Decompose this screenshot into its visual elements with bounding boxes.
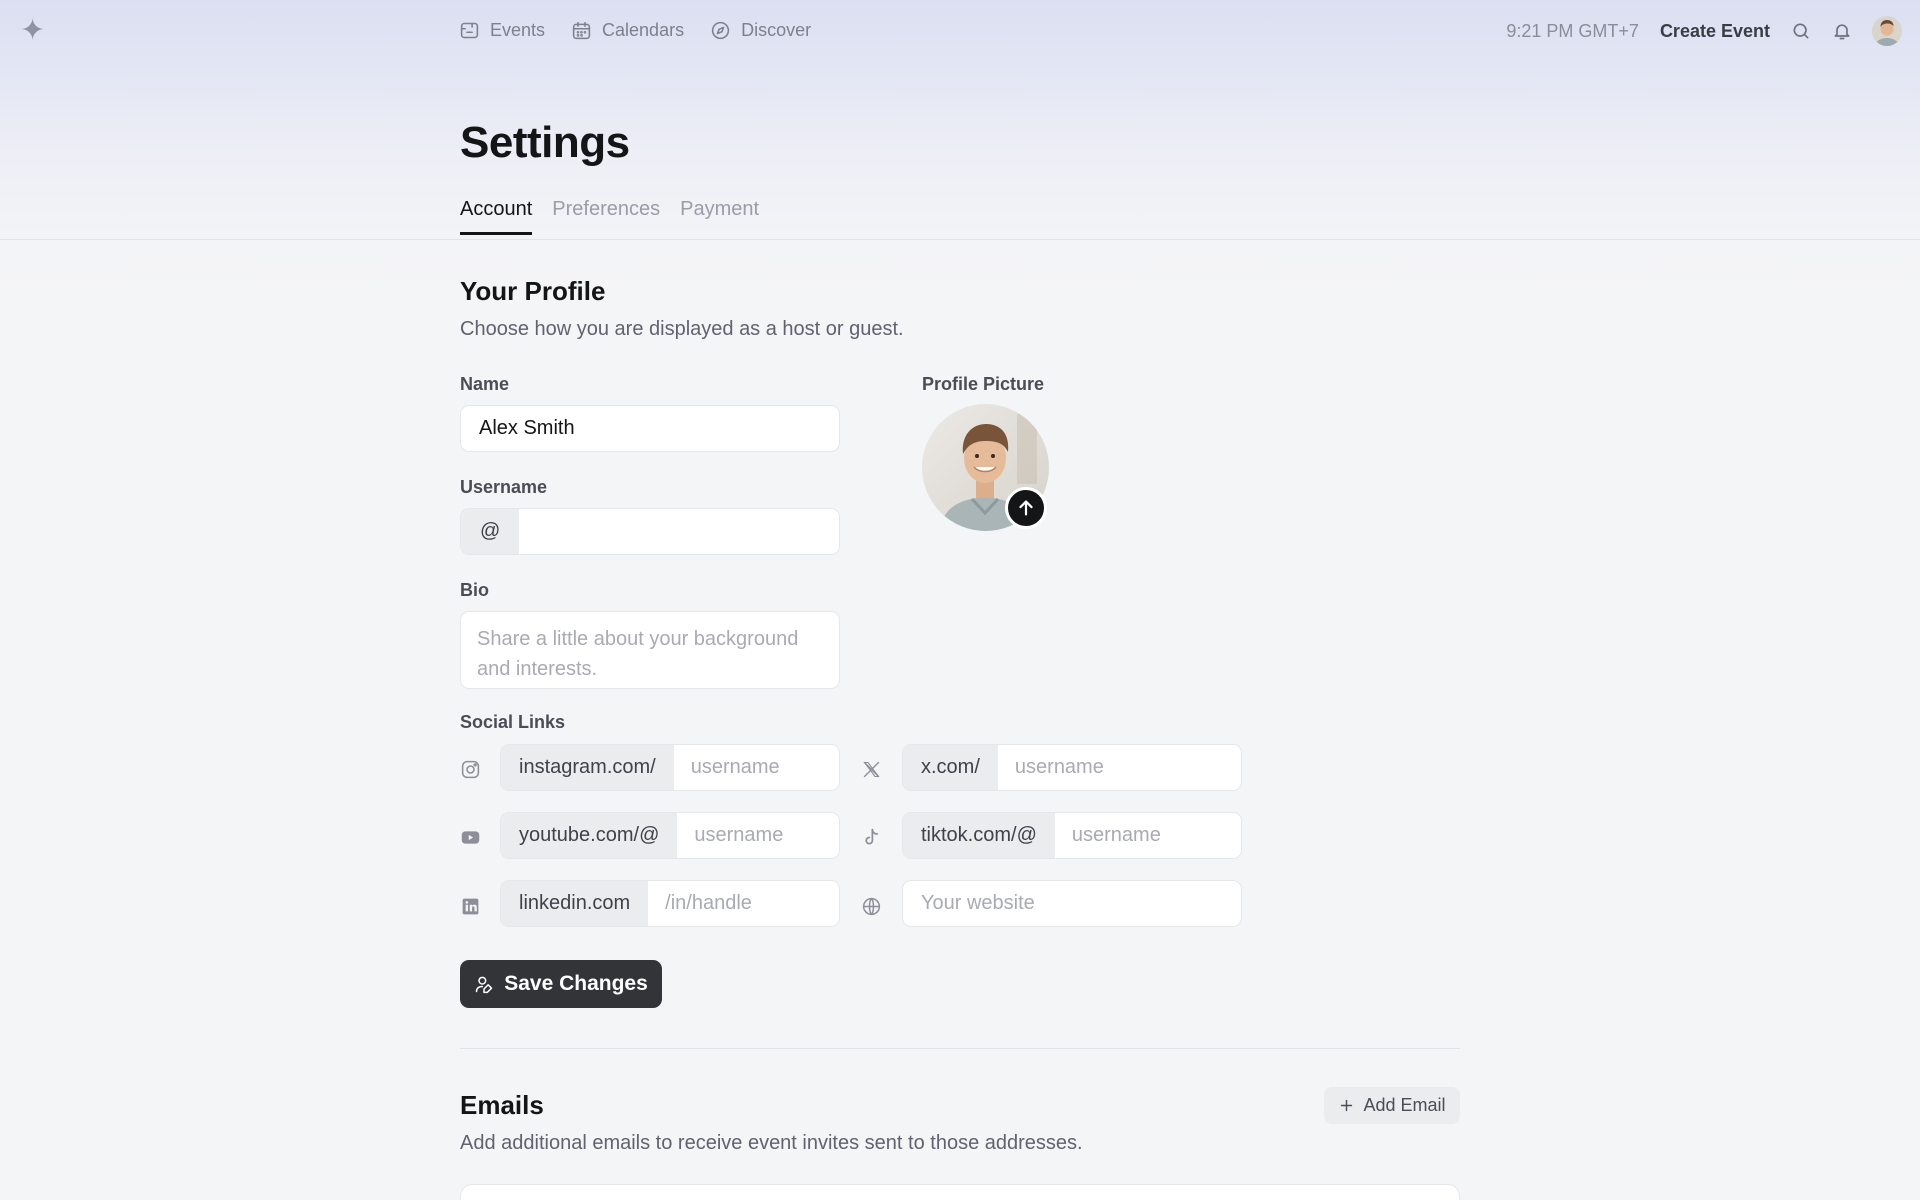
instagram-prefix: instagram.com/ (501, 745, 674, 790)
nav-events-label: Events (490, 20, 546, 40)
tiktok-group: tiktok.com/@ (902, 812, 1242, 859)
settings-tabs: Account Preferences Payment (460, 198, 759, 235)
tiktok-icon (860, 826, 882, 848)
create-event-button[interactable]: Create Event (1660, 21, 1770, 42)
ticket-icon (460, 22, 479, 39)
tab-preferences[interactable]: Preferences (552, 198, 660, 235)
bell-icon (1834, 24, 1850, 40)
tab-account[interactable]: Account (460, 198, 533, 235)
username-prefix: @ (461, 509, 520, 554)
user-edit-icon (475, 976, 493, 994)
instagram-field[interactable] (673, 745, 839, 790)
globe-icon (860, 895, 882, 917)
settings-page: ✦ Events Calendars Discover 9:21 PM GMT+… (0, 0, 1920, 1200)
social-links-label: Social Links (460, 712, 566, 732)
youtube-field[interactable] (677, 813, 839, 858)
profile-section-subtitle: Choose how you are displayed as a host o… (460, 318, 904, 340)
name-label: Name (460, 374, 510, 394)
linkedin-icon (459, 895, 481, 917)
add-email-button[interactable]: Add Email (1324, 1087, 1460, 1124)
username-field[interactable] (519, 509, 839, 554)
save-changes-button[interactable]: Save Changes (460, 960, 662, 1008)
notifications-button[interactable] (1831, 20, 1853, 42)
current-time: 9:21 PM GMT+7 (1506, 20, 1639, 41)
website-field[interactable] (902, 880, 1242, 927)
instagram-group: instagram.com/ (500, 744, 840, 791)
nav-right: 9:21 PM GMT+7 Create Event (1506, 16, 1902, 46)
plus-icon (1341, 1099, 1353, 1112)
nav-links: Events Calendars Discover (459, 20, 811, 41)
profile-picture-label: Profile Picture (922, 374, 1045, 394)
instagram-icon (459, 758, 481, 780)
nav-discover[interactable]: Discover (710, 20, 811, 41)
bio-label: Bio (460, 580, 489, 600)
x-field[interactable] (997, 745, 1241, 790)
page-title: Settings (460, 118, 630, 167)
nav-calendars-label: Calendars (602, 20, 685, 40)
bio-field[interactable] (460, 611, 840, 689)
arrow-up-icon (1019, 500, 1033, 516)
emails-section-title: Emails (460, 1090, 544, 1120)
linkedin-group: linkedin.com (500, 880, 840, 927)
x-group: x.com/ (902, 744, 1242, 791)
sparkle-logo-icon[interactable]: ✦ (20, 16, 46, 46)
search-icon (1793, 23, 1809, 39)
section-divider (460, 1048, 1460, 1049)
youtube-prefix: youtube.com/@ (501, 813, 678, 858)
search-button[interactable] (1790, 20, 1812, 42)
profile-section-title: Your Profile (460, 276, 606, 306)
youtube-icon (459, 826, 481, 848)
calendar-icon (572, 21, 591, 40)
nav-discover-label: Discover (741, 20, 812, 40)
nav-calendars[interactable]: Calendars (571, 20, 684, 41)
username-label: Username (460, 477, 548, 497)
tiktok-field[interactable] (1054, 813, 1241, 858)
name-field[interactable] (460, 405, 840, 452)
x-icon (860, 758, 882, 780)
tabs-divider (0, 239, 1920, 240)
user-avatar[interactable] (1872, 16, 1902, 46)
tab-payment[interactable]: Payment (680, 198, 759, 235)
add-email-label: Add Email (1363, 1095, 1446, 1115)
youtube-group: youtube.com/@ (500, 812, 840, 859)
emails-section-subtitle: Add additional emails to receive event i… (460, 1132, 1083, 1154)
nav-events[interactable]: Events (459, 20, 545, 41)
tiktok-prefix: tiktok.com/@ (903, 813, 1055, 858)
save-changes-label: Save Changes (504, 972, 648, 995)
x-prefix: x.com/ (903, 745, 998, 790)
top-nav: ✦ Events Calendars Discover 9:21 PM GMT+… (0, 0, 1920, 66)
linkedin-field[interactable] (648, 881, 839, 926)
linkedin-prefix: linkedin.com (501, 881, 649, 926)
avatar-image (1872, 16, 1902, 46)
email-list-card (460, 1184, 1460, 1200)
compass-icon (711, 21, 730, 40)
username-group: @ (460, 508, 840, 555)
upload-photo-button[interactable] (1005, 487, 1047, 529)
